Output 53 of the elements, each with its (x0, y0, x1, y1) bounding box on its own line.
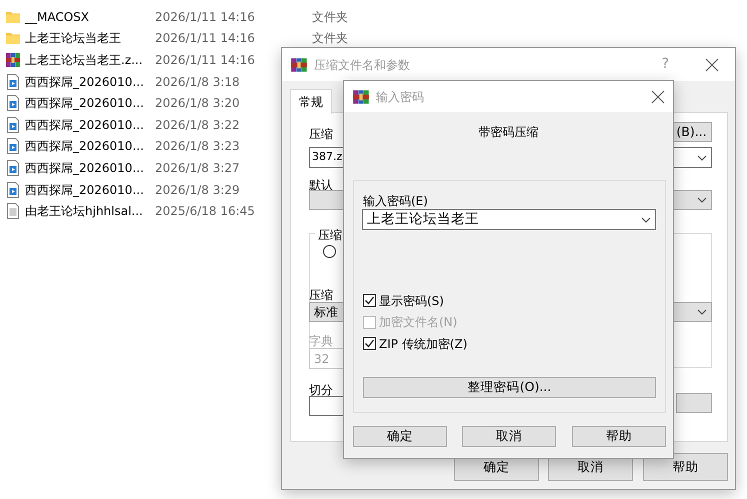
tab[interactable]: 常规 (290, 89, 332, 114)
field-label: 输入密码(E) (363, 193, 428, 210)
chevron-icon (697, 154, 707, 160)
field-label: 压缩 (309, 287, 333, 304)
dialog-heading: 带密码压缩 (478, 124, 540, 141)
file-name[interactable]: __MACOSX (25, 8, 155, 26)
file-date: 2026/1/8 3:22 (155, 116, 241, 134)
close-icon[interactable] (705, 58, 719, 72)
field-label: 字典 (309, 333, 333, 350)
file-date: 2026/1/11 14:16 (155, 8, 256, 26)
file-name[interactable]: 西西探屌_2026010... (25, 180, 155, 199)
file-date: 2026/1/8 3:27 (155, 160, 241, 177)
dialog-button[interactable]: 取消 (462, 426, 556, 447)
file-date: 2026/1/8 3:20 (155, 95, 241, 112)
checkbox[interactable] (363, 294, 376, 307)
password-field[interactable]: 上老王论坛当老王 (362, 209, 656, 230)
radio-button[interactable] (323, 245, 336, 258)
file-name[interactable]: 上老王论坛当老王.z... (25, 50, 155, 69)
file-name[interactable]: 由老王论坛hjhhlsal... (25, 202, 155, 220)
archive-icon (290, 56, 308, 74)
chevron-icon (697, 309, 707, 315)
file-name[interactable]: 西西探屌_2026010... (25, 116, 155, 134)
file-date: 2025/6/18 16:45 (155, 203, 256, 220)
field-label: 默认 (309, 177, 333, 194)
file-name[interactable]: 西西探屌_2026010... (25, 137, 155, 156)
file-date: 2026/1/11 14:16 (155, 52, 256, 69)
checkbox-label: 显示密码(S) (379, 292, 444, 310)
field-label: 压缩 (309, 126, 333, 143)
file-name[interactable]: 西西探屌_2026010... (25, 158, 155, 177)
file-type: 文件夹 (312, 8, 348, 26)
file-name[interactable]: 西西探屌_2026010... (25, 94, 155, 112)
file-date: 2026/1/11 14:16 (155, 30, 256, 48)
dialog-button[interactable]: 确定 (353, 426, 447, 447)
file-date: 2026/1/8 3:23 (155, 138, 241, 156)
checkbox-label: ZIP 传统加密(Z) (379, 336, 468, 352)
file-date: 2026/1/8 3:18 (155, 74, 241, 91)
window-title: 压缩文件名和参数 (314, 56, 410, 74)
file-date: 2026/1/8 3:29 (155, 182, 241, 199)
file-name[interactable]: 西西探屌_2026010... (25, 72, 155, 91)
checkbox[interactable] (363, 337, 376, 350)
dialog-button[interactable]: 帮助 (643, 453, 728, 481)
close-icon[interactable] (651, 90, 665, 104)
chevron-icon (641, 216, 651, 222)
archive-icon (352, 88, 370, 106)
file-name[interactable]: 上老王论坛当老王 (25, 29, 155, 48)
file-type: 文件夹 (312, 30, 348, 48)
dialog-button[interactable]: 帮助 (572, 426, 666, 447)
window-title: 输入密码 (376, 88, 424, 106)
checkbox-label: 加密文件名(N) (379, 314, 458, 331)
chevron-icon (697, 197, 707, 203)
field-label: 切分 (309, 382, 333, 399)
browse-button[interactable]: (B)... (671, 122, 712, 142)
organize-button[interactable]: 整理密码(O)... (363, 377, 656, 398)
